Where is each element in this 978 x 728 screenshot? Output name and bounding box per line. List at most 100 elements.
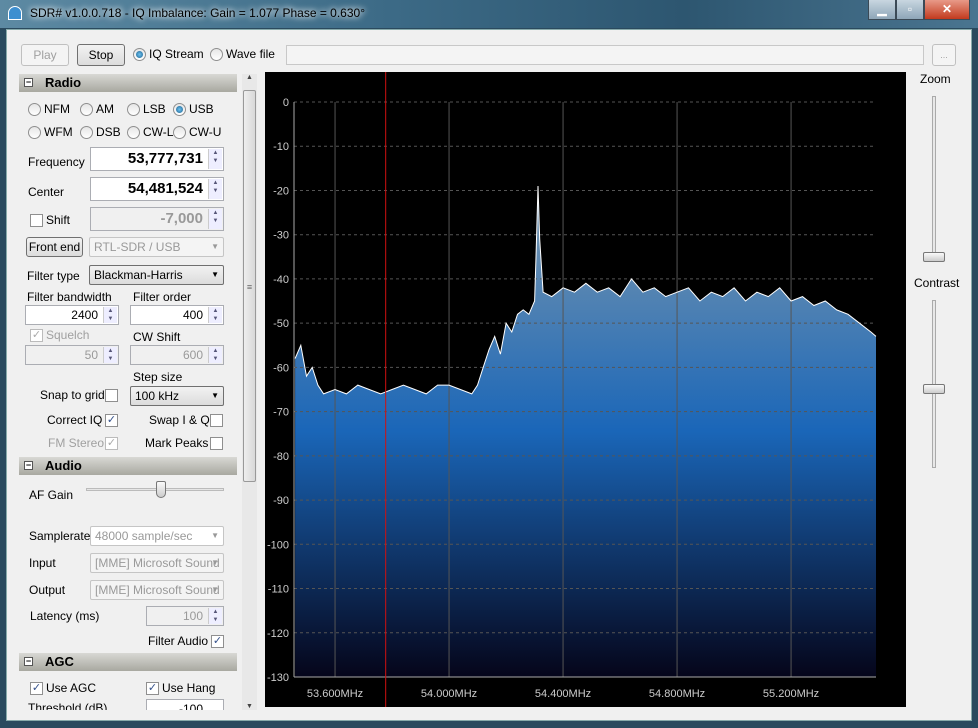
use-hang-label: Use Hang bbox=[162, 681, 216, 695]
af-gain-track[interactable] bbox=[86, 488, 224, 491]
step-size-select[interactable]: 100 kHz bbox=[130, 386, 224, 406]
cw-shift-spinner[interactable]: ▲ ▼ bbox=[208, 347, 222, 363]
latency-spinner[interactable]: ▲ ▼ bbox=[208, 608, 222, 624]
iq-stream-radio[interactable] bbox=[133, 48, 146, 61]
filter-bandwidth-spinner[interactable]: ▲ ▼ bbox=[103, 307, 117, 323]
collapse-icon[interactable]: − bbox=[24, 657, 33, 666]
shift-spinner[interactable]: ▲ ▼ bbox=[208, 209, 222, 229]
app-icon bbox=[8, 6, 22, 20]
fm-stereo-checkbox[interactable]: ✓ bbox=[105, 437, 118, 450]
y-tick-label: -50 bbox=[273, 318, 289, 330]
mode-radio-am[interactable] bbox=[80, 103, 93, 116]
shift-input[interactable]: -7,000 ▲ ▼ bbox=[90, 207, 224, 231]
filter-bandwidth-input[interactable]: 2400 ▲ ▼ bbox=[25, 305, 119, 325]
af-gain-label: AF Gain bbox=[29, 488, 74, 502]
y-tick-label: 0 bbox=[283, 97, 289, 109]
collapse-icon[interactable]: − bbox=[24, 78, 33, 87]
zoom-slider-thumb[interactable] bbox=[923, 252, 945, 262]
scroll-down-icon[interactable]: ▼ bbox=[242, 703, 257, 710]
contrast-label: Contrast bbox=[914, 276, 960, 290]
minimize-button[interactable]: ▁ bbox=[868, 0, 896, 20]
squelch-spinner[interactable]: ▲ ▼ bbox=[103, 347, 117, 363]
spectrum-plot[interactable]: 0 -10 -20 -30 -40 -50 -60 -70 -80 -90 -100 -110 -120… bbox=[265, 72, 906, 707]
x-tick-label: 54.800MHz bbox=[649, 688, 705, 700]
x-tick-label: 53.600MHz bbox=[307, 688, 363, 700]
center-label: Center bbox=[28, 185, 65, 199]
use-hang-checkbox[interactable]: ✓ bbox=[146, 682, 159, 695]
correct-iq-checkbox[interactable]: ✓ bbox=[105, 414, 118, 427]
squelch-label: Squelch bbox=[46, 328, 90, 342]
agc-section-header[interactable]: − AGC bbox=[19, 653, 237, 671]
af-gain-slider-thumb[interactable] bbox=[156, 481, 167, 498]
filter-order-input[interactable]: 400 ▲ ▼ bbox=[130, 305, 224, 325]
mode-label: AM bbox=[96, 102, 114, 116]
threshold-input[interactable]: -100 bbox=[146, 699, 224, 710]
radio-section-header[interactable]: − Radio bbox=[19, 74, 237, 92]
use-agc-label: Use AGC bbox=[46, 681, 97, 695]
mode-radio-usb[interactable] bbox=[173, 103, 186, 116]
left-panel-scrollbar[interactable]: ▲ ≡ ▼ bbox=[242, 74, 257, 710]
scroll-up-icon[interactable]: ▲ bbox=[242, 74, 257, 81]
y-tick-label: -120 bbox=[267, 628, 289, 640]
filter-order-value: 400 bbox=[182, 308, 203, 322]
stop-button[interactable]: Stop bbox=[77, 44, 125, 66]
input-device-select[interactable]: [MME] Microsoft Sound bbox=[90, 553, 224, 573]
front-end-button[interactable]: Front end bbox=[26, 237, 83, 257]
filter-audio-checkbox[interactable]: ✓ bbox=[211, 635, 224, 648]
mode-radio-cw-u[interactable] bbox=[173, 126, 186, 139]
front-end-select[interactable]: RTL-SDR / USB bbox=[89, 237, 224, 257]
latency-value: 100 bbox=[182, 609, 203, 623]
shift-checkbox[interactable] bbox=[30, 214, 43, 227]
filter-bandwidth-label: Filter bandwidth bbox=[27, 290, 112, 304]
mode-radio-lsb[interactable] bbox=[127, 103, 140, 116]
y-tick-label: -10 bbox=[273, 141, 289, 153]
samplerate-select[interactable]: 48000 sample/sec bbox=[90, 526, 224, 546]
close-button[interactable]: ✕ bbox=[924, 0, 970, 20]
mode-label: USB bbox=[189, 102, 214, 116]
spectrum-analyzer[interactable]: 0 -10 -20 -30 -40 -50 -60 -70 -80 -90 -100 -110 -120… bbox=[265, 72, 906, 707]
shift-label: Shift bbox=[46, 213, 71, 227]
contrast-slider-thumb[interactable] bbox=[923, 384, 945, 394]
x-tick-label: 54.400MHz bbox=[535, 688, 591, 700]
mode-radio-nfm[interactable] bbox=[28, 103, 41, 116]
mark-peaks-checkbox[interactable] bbox=[210, 437, 223, 450]
mode-radio-wfm[interactable] bbox=[28, 126, 41, 139]
cw-shift-value: 600 bbox=[182, 348, 203, 362]
y-tick-label: -100 bbox=[267, 539, 289, 551]
squelch-checkbox[interactable]: ✓ bbox=[30, 329, 43, 342]
filter-bandwidth-value: 2400 bbox=[71, 308, 98, 322]
x-tick-label: 54.000MHz bbox=[421, 688, 477, 700]
zoom-slider-track[interactable] bbox=[932, 96, 936, 256]
input-label: Input bbox=[29, 556, 56, 570]
mode-radio-dsb[interactable] bbox=[80, 126, 93, 139]
step-size-label: Step size bbox=[133, 370, 183, 384]
use-agc-checkbox[interactable]: ✓ bbox=[30, 682, 43, 695]
mode-radio-cw-l[interactable] bbox=[127, 126, 140, 139]
output-device-select[interactable]: [MME] Microsoft Sound bbox=[90, 580, 224, 600]
correct-iq-label: Correct IQ bbox=[47, 413, 103, 427]
swap-iq-checkbox[interactable] bbox=[210, 414, 223, 427]
frequency-input[interactable]: 53,777,731 ▲ ▼ bbox=[90, 147, 224, 171]
filter-order-spinner[interactable]: ▲ ▼ bbox=[208, 307, 222, 323]
play-button[interactable]: Play bbox=[21, 44, 69, 66]
maximize-button[interactable]: ▫ bbox=[896, 0, 924, 20]
audio-section-header[interactable]: − Audio bbox=[19, 457, 237, 475]
frequency-spinner[interactable]: ▲ ▼ bbox=[208, 149, 222, 169]
y-tick-label: -30 bbox=[273, 230, 289, 242]
center-input[interactable]: 54,481,524 ▲ ▼ bbox=[90, 177, 224, 201]
agc-clip: Threshold (dB) -100 bbox=[6, 698, 244, 710]
browse-button[interactable]: ... bbox=[932, 44, 956, 66]
file-path-input[interactable] bbox=[286, 45, 924, 65]
mode-label: NFM bbox=[44, 102, 70, 116]
cw-shift-label: CW Shift bbox=[133, 330, 181, 344]
squelch-input[interactable]: 50 ▲ ▼ bbox=[25, 345, 119, 365]
collapse-icon[interactable]: − bbox=[24, 461, 33, 470]
scrollbar-thumb[interactable]: ≡ bbox=[243, 90, 256, 482]
latency-label: Latency (ms) bbox=[30, 609, 100, 623]
center-spinner[interactable]: ▲ ▼ bbox=[208, 179, 222, 199]
snap-checkbox[interactable] bbox=[105, 389, 118, 402]
latency-input[interactable]: 100 ▲ ▼ bbox=[146, 606, 224, 626]
wave-file-radio[interactable] bbox=[210, 48, 223, 61]
cw-shift-input[interactable]: 600 ▲ ▼ bbox=[130, 345, 224, 365]
filter-type-select[interactable]: Blackman-Harris bbox=[89, 265, 224, 285]
